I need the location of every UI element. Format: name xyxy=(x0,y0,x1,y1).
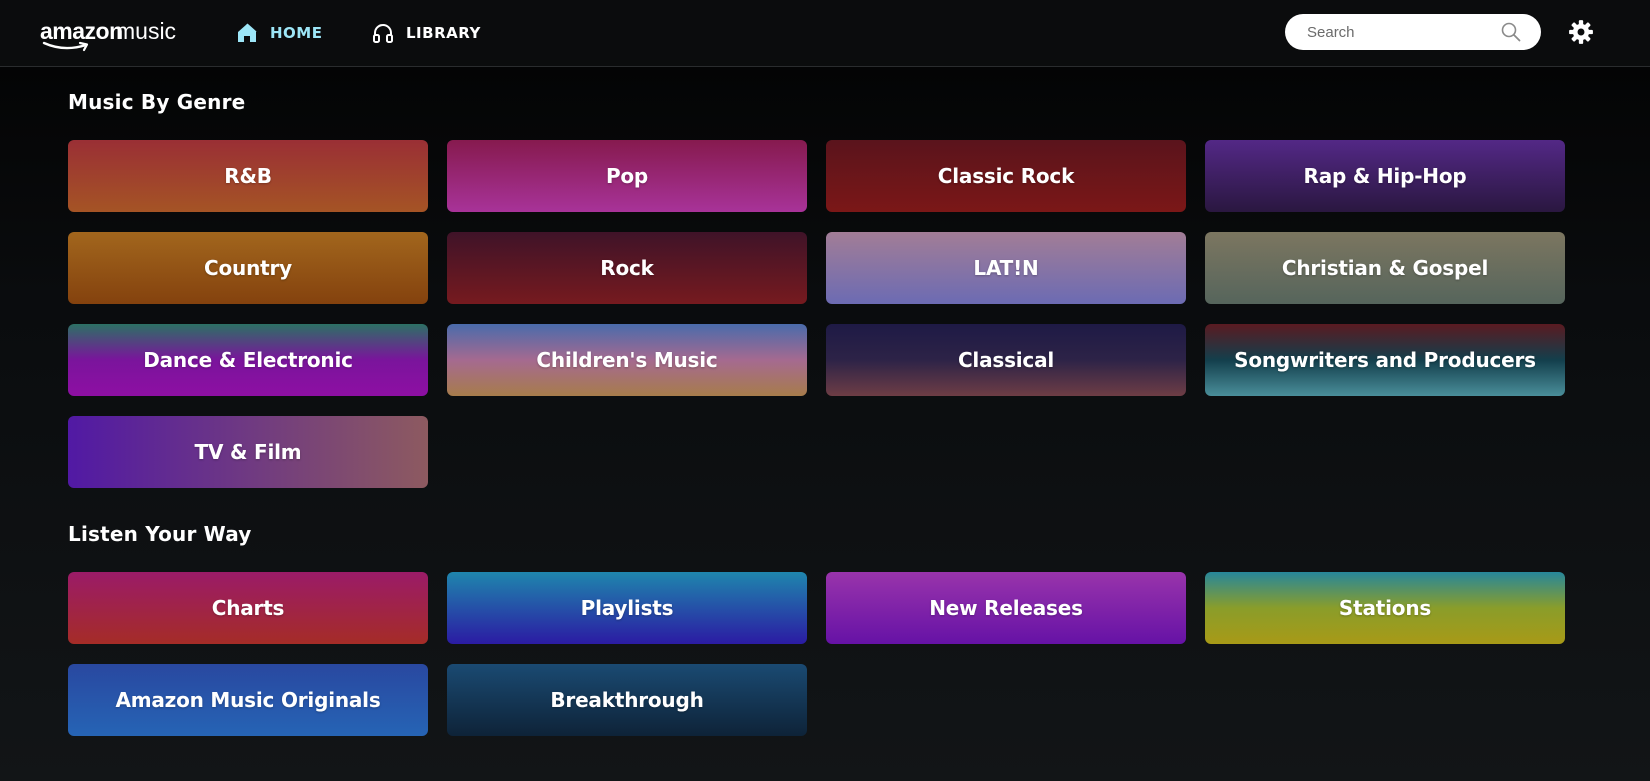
tile-classical[interactable]: Classical xyxy=(826,324,1186,396)
tile-rock[interactable]: Rock xyxy=(447,232,807,304)
search-box[interactable] xyxy=(1285,14,1541,50)
page: amazon music HOME LIBRARY Search Music B… xyxy=(0,0,1650,781)
tile-label: Country xyxy=(204,256,292,280)
headphones-icon xyxy=(370,20,396,46)
listen-your-way-grid: Charts Playlists New Releases Stations Amazo… xyxy=(68,572,1566,736)
logo-word-music: music xyxy=(116,18,177,44)
tile-label: Stations xyxy=(1338,596,1432,620)
tile-label: TV & Film xyxy=(194,440,302,464)
tile-label: Breakthrough xyxy=(550,688,704,712)
gear-icon[interactable] xyxy=(1568,19,1594,45)
top-bar: amazon music HOME LIBRARY Search xyxy=(0,0,1650,67)
search-icon[interactable] xyxy=(1501,22,1521,42)
tile-amazon-music-originals[interactable]: Amazon Music Originals xyxy=(68,664,428,736)
tile-label: Playlists xyxy=(580,596,674,620)
nav-home-label: HOME xyxy=(270,24,323,42)
tile-label: Pop xyxy=(605,164,649,188)
tile-dance-and-electronic[interactable]: Dance & Electronic xyxy=(68,324,428,396)
tile-label: Songwriters and Producers xyxy=(1234,348,1536,372)
tile-tv-and-film[interactable]: TV & Film xyxy=(68,416,428,488)
tile-breakthrough[interactable]: Breakthrough xyxy=(447,664,807,736)
logo-smile-icon xyxy=(42,41,89,52)
tile-songwriters-and-producers[interactable]: Songwriters and Producers xyxy=(1205,324,1565,396)
tile-label: R&B xyxy=(224,164,272,188)
tile-country[interactable]: Country xyxy=(68,232,428,304)
tile-label: Classical xyxy=(957,348,1055,372)
tile-classic-rock[interactable]: Classic Rock xyxy=(826,140,1186,212)
tile-christian-and-gospel[interactable]: Christian & Gospel xyxy=(1205,232,1565,304)
tile-lat-n[interactable]: LAT!N xyxy=(826,232,1186,304)
nav-library[interactable]: LIBRARY xyxy=(370,18,481,48)
tile-playlists[interactable]: Playlists xyxy=(447,572,807,644)
tile-label: Dance & Electronic xyxy=(143,348,353,372)
tile-stations[interactable]: Stations xyxy=(1205,572,1565,644)
nav-home[interactable]: HOME xyxy=(234,18,322,48)
section-title-music-by-genre: Music By Genre xyxy=(68,90,246,114)
tile-rap-and-hip-hop[interactable]: Rap & Hip-Hop xyxy=(1205,140,1565,212)
tile-children-s-music[interactable]: Children's Music xyxy=(447,324,807,396)
home-icon xyxy=(234,20,260,46)
genre-grid: R&B Pop Classic Rock Rap & Hip-Hop Country Ro… xyxy=(68,140,1566,488)
amazon-music-logo[interactable]: amazon music xyxy=(40,16,190,52)
tile-label: New Releases xyxy=(929,596,1083,620)
tile-label: Amazon Music Originals xyxy=(115,688,381,712)
nav-library-label: LIBRARY xyxy=(406,24,481,42)
tile-label: Rap & Hip-Hop xyxy=(1303,164,1467,188)
tile-pop[interactable]: Pop xyxy=(447,140,807,212)
tile-label: Charts xyxy=(211,596,285,620)
tile-label: Rock xyxy=(600,256,654,280)
tile-label: Classic Rock xyxy=(937,164,1075,188)
tile-label: Christian & Gospel xyxy=(1281,256,1489,280)
tile-label: LAT!N xyxy=(973,256,1039,280)
tile-label: Children's Music xyxy=(536,348,718,372)
tile-charts[interactable]: Charts xyxy=(68,572,428,644)
section-title-listen-your-way: Listen Your Way xyxy=(68,522,252,546)
tile-randb[interactable]: R&B xyxy=(68,140,428,212)
search-input[interactable] xyxy=(1307,14,1487,50)
tile-new-releases[interactable]: New Releases xyxy=(826,572,1186,644)
